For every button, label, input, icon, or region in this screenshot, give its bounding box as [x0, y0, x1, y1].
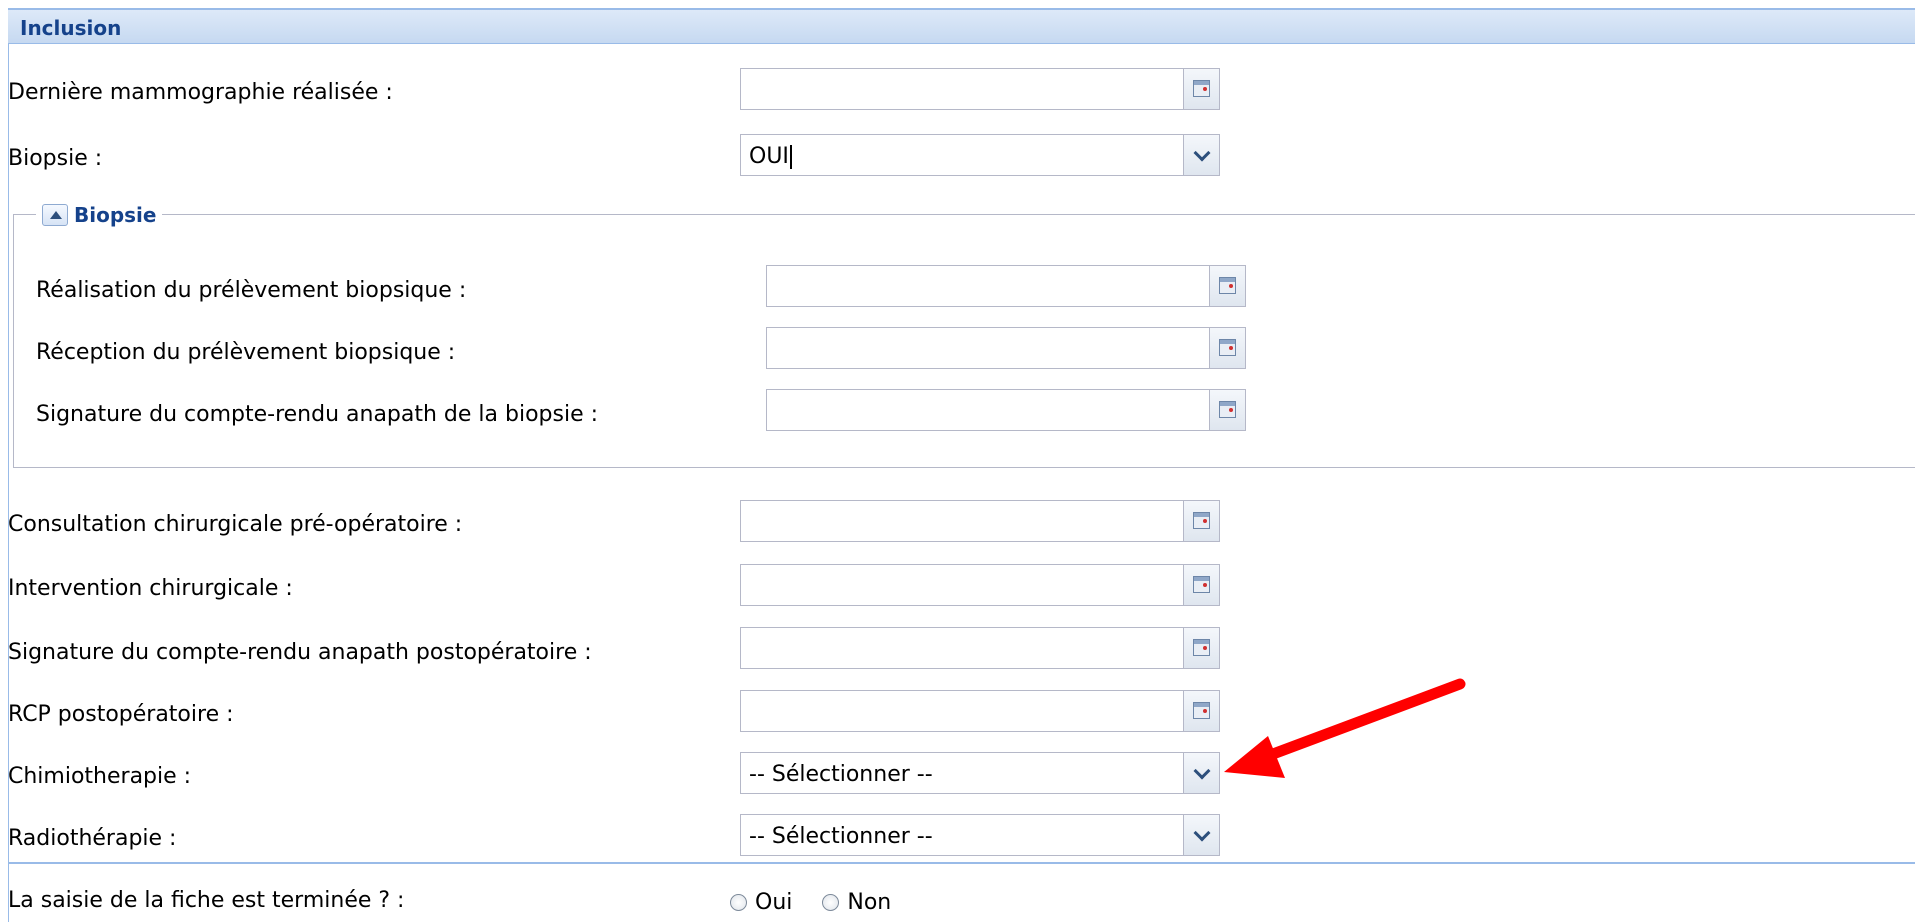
annotation-arrow — [1224, 678, 1466, 778]
arrow-shaft — [1259, 678, 1466, 763]
inclusion-panel: Inclusion Dernière mammographie réalisée… — [0, 0, 1915, 922]
arrow-head — [1224, 736, 1285, 778]
